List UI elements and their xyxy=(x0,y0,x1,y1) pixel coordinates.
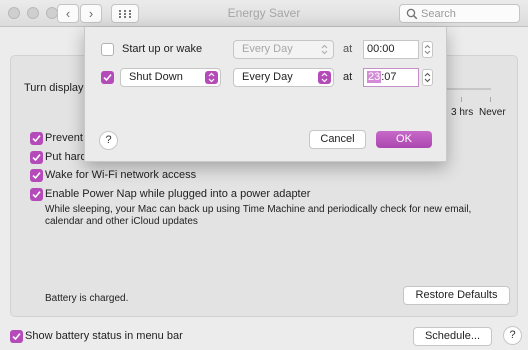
search-placeholder: Search xyxy=(421,8,456,20)
updown-arrows-icon xyxy=(205,71,218,84)
slider-tick xyxy=(490,97,491,102)
shutdown-day-popup[interactable]: Every Day xyxy=(233,68,334,87)
sheet-help-button[interactable]: ? xyxy=(99,131,118,150)
updown-arrows-icon xyxy=(318,71,331,84)
checkmark-icon xyxy=(32,172,41,180)
schedule-button[interactable]: Schedule... xyxy=(413,327,492,346)
checkmark-icon xyxy=(32,191,41,199)
stepper-arrows-icon xyxy=(424,72,431,83)
battery-status: Battery is charged. xyxy=(45,293,129,304)
search-icon xyxy=(406,8,418,20)
startup-day-value: Every Day xyxy=(242,43,293,55)
startup-wake-checkbox[interactable] xyxy=(101,43,114,56)
ok-button[interactable]: OK xyxy=(376,131,432,148)
wake-wifi-label: Wake for Wi-Fi network access xyxy=(45,169,197,181)
question-icon: ? xyxy=(509,329,516,341)
schedule-sheet: Start up or wake Every Day at 00:00 Shut… xyxy=(84,27,447,162)
title-bar: ‹ › Energy Saver Search xyxy=(0,0,528,27)
action-value: Shut Down xyxy=(129,71,183,83)
at-label: at xyxy=(343,71,353,83)
stepper-arrows-icon xyxy=(424,44,431,55)
restore-defaults-button[interactable]: Restore Defaults xyxy=(403,286,510,305)
startup-wake-label: Start up or wake xyxy=(122,43,203,55)
prevent-sleep-label: Prevent xyxy=(45,132,83,144)
shutdown-checkbox[interactable] xyxy=(101,71,114,84)
updown-arrows-icon xyxy=(318,43,331,56)
startup-time-field[interactable]: 00:00 xyxy=(363,40,419,59)
prevent-sleep-checkbox[interactable] xyxy=(30,132,43,145)
shutdown-day-value: Every Day xyxy=(242,71,293,83)
shutdown-time-stepper[interactable] xyxy=(422,69,433,86)
checkmark-icon xyxy=(12,333,21,341)
slider-tick xyxy=(461,97,462,102)
startup-day-popup[interactable]: Every Day xyxy=(233,40,334,59)
time-hour-selected[interactable]: 23 xyxy=(367,71,382,83)
startup-time-stepper[interactable] xyxy=(422,41,433,58)
cancel-button[interactable]: Cancel xyxy=(309,130,366,149)
power-nap-label: Enable Power Nap while plugged into a po… xyxy=(45,188,311,200)
checkmark-icon xyxy=(32,135,41,143)
turn-display-label: Turn display xyxy=(24,82,84,94)
show-battery-label: Show battery status in menu bar xyxy=(25,330,183,342)
shutdown-time-field[interactable]: 23:07 xyxy=(363,68,419,87)
question-icon: ? xyxy=(105,134,112,146)
startup-time-value: 00:00 xyxy=(367,43,395,55)
power-nap-checkbox[interactable] xyxy=(30,188,43,201)
checkmark-icon xyxy=(32,154,41,162)
put-hard-disks-label: Put hard xyxy=(45,151,87,163)
help-button[interactable]: ? xyxy=(503,326,522,345)
search-field[interactable]: Search xyxy=(399,4,520,23)
put-hard-disks-checkbox[interactable] xyxy=(30,151,43,164)
at-label: at xyxy=(343,43,353,55)
checkmark-icon xyxy=(103,74,112,82)
power-nap-description-line2: calendar and other iCloud updates xyxy=(45,216,198,227)
power-nap-description-line1: While sleeping, your Mac can back up usi… xyxy=(45,204,472,215)
show-battery-checkbox[interactable] xyxy=(10,330,23,343)
slider-label-3hrs: 3 hrs xyxy=(451,107,474,118)
wake-wifi-checkbox[interactable] xyxy=(30,169,43,182)
action-popup[interactable]: Shut Down xyxy=(120,68,221,87)
time-minutes[interactable]: :07 xyxy=(381,71,396,83)
slider-label-never: Never xyxy=(479,107,506,118)
